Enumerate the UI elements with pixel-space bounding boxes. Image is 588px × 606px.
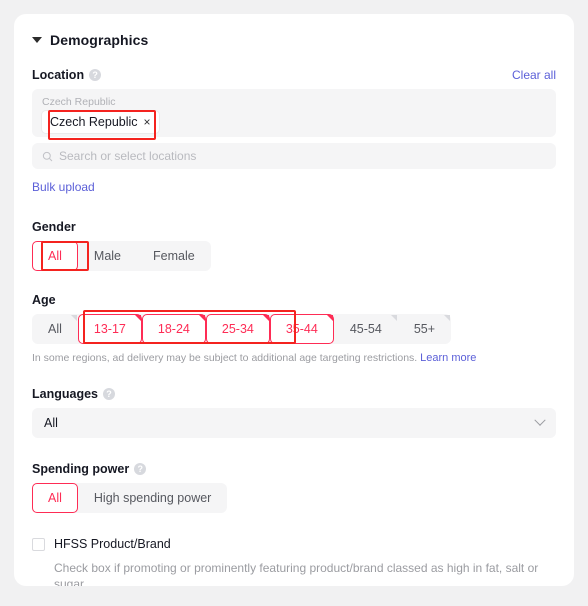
hfss-checkbox[interactable] <box>32 537 45 551</box>
corner-marker-icon <box>444 315 451 321</box>
age-option-all[interactable]: All <box>32 314 78 344</box>
gender-option-all[interactable]: All <box>32 241 78 271</box>
hfss-description: Check box if promoting or prominently fe… <box>54 561 539 586</box>
spending-power-option-all[interactable]: All <box>32 483 78 513</box>
hfss-checkbox-row[interactable]: HFSS Product/Brand <box>32 537 556 551</box>
location-search-input[interactable]: Search or select locations <box>32 143 556 169</box>
languages-label-wrap: Languages ? <box>32 387 115 401</box>
corner-marker-icon <box>134 315 141 321</box>
location-label-wrap: Location ? <box>32 68 102 82</box>
spending-power-option-high[interactable]: High spending power <box>78 483 227 513</box>
clear-all-link[interactable]: Clear all <box>512 68 556 82</box>
location-chip-label: Czech Republic <box>50 115 138 129</box>
age-hint: In some regions, ad delivery may be subj… <box>32 351 556 365</box>
age-option-13-17[interactable]: 13-17 <box>77 314 142 344</box>
selected-locations-box: Czech Republic Czech Republic × <box>32 89 556 137</box>
demographics-body: Location ? Clear all Czech Republic Czec… <box>14 68 574 586</box>
location-label: Location <box>32 68 85 82</box>
age-option-55-plus-label: 55+ <box>413 322 436 336</box>
bulk-upload-link[interactable]: Bulk upload <box>32 180 95 194</box>
languages-label: Languages <box>32 387 98 401</box>
spending-power-field-header: Spending power ? <box>32 462 556 476</box>
location-search-placeholder: Search or select locations <box>59 149 197 163</box>
age-option-25-34-label: 25-34 <box>221 322 254 336</box>
languages-select[interactable]: All <box>32 408 556 438</box>
close-icon[interactable]: × <box>144 115 151 129</box>
gender-field: Gender All Male Female <box>32 220 556 271</box>
age-option-35-44[interactable]: 35-44 <box>269 314 334 344</box>
age-option-45-54[interactable]: 45-54 <box>334 314 398 344</box>
page-title: Demographics <box>50 32 149 48</box>
help-circle-icon[interactable]: ? <box>89 69 102 81</box>
age-option-18-24-label: 18-24 <box>157 322 190 336</box>
caret-down-icon[interactable] <box>32 37 42 43</box>
chevron-down-icon <box>534 414 546 426</box>
location-chip[interactable]: Czech Republic × <box>42 111 159 133</box>
corner-marker-icon <box>70 315 77 321</box>
corner-marker-icon <box>326 315 333 321</box>
spending-power-segmented-control: All High spending power <box>32 483 228 513</box>
languages-field-header: Languages ? <box>32 387 556 401</box>
gender-option-female[interactable]: Female <box>137 241 211 271</box>
hfss-label: HFSS Product/Brand <box>54 537 171 551</box>
age-option-55-plus[interactable]: 55+ <box>398 314 451 344</box>
age-option-35-44-label: 35-44 <box>285 322 318 336</box>
age-option-all-label: All <box>48 322 62 336</box>
location-field: Location ? Clear all Czech Republic Czec… <box>32 68 556 196</box>
age-option-13-17-label: 13-17 <box>93 322 126 336</box>
corner-marker-icon <box>198 315 205 321</box>
age-segmented-control: All 13-17 18-24 25-34 35-44 45-54 55+ <box>32 314 452 344</box>
help-circle-icon[interactable]: ? <box>103 388 115 400</box>
languages-field: Languages ? All <box>32 387 556 438</box>
age-label: Age <box>32 293 56 307</box>
gender-label: Gender <box>32 220 76 234</box>
age-hint-text: In some regions, ad delivery may be subj… <box>32 352 418 364</box>
spending-power-label: Spending power <box>32 462 130 476</box>
bulk-upload-wrap: Bulk upload <box>32 178 556 196</box>
demographics-card: Demographics Location ? Clear all Czech … <box>14 14 574 586</box>
gender-option-male[interactable]: Male <box>78 241 137 271</box>
age-option-18-24[interactable]: 18-24 <box>141 314 206 344</box>
spending-power-field: Spending power ? All High spending power <box>32 462 556 513</box>
location-field-header: Location ? Clear all <box>32 68 556 82</box>
age-field: Age All 13-17 18-24 25-34 35-44 45-54 55… <box>32 293 556 365</box>
spending-power-label-wrap: Spending power ? <box>32 462 147 476</box>
gender-segmented-control: All Male Female <box>32 241 211 271</box>
languages-select-value: All <box>44 416 58 430</box>
learn-more-link[interactable]: Learn more <box>420 352 476 364</box>
age-option-45-54-label: 45-54 <box>349 322 382 336</box>
gender-field-header: Gender <box>32 220 556 234</box>
corner-marker-icon <box>262 315 269 321</box>
corner-marker-icon <box>390 315 397 321</box>
age-option-25-34[interactable]: 25-34 <box>205 314 270 344</box>
location-group-label: Czech Republic <box>42 96 116 108</box>
demographics-section-header[interactable]: Demographics <box>14 14 574 48</box>
search-icon <box>42 151 53 161</box>
help-circle-icon[interactable]: ? <box>134 463 147 475</box>
age-field-header: Age <box>32 293 556 307</box>
